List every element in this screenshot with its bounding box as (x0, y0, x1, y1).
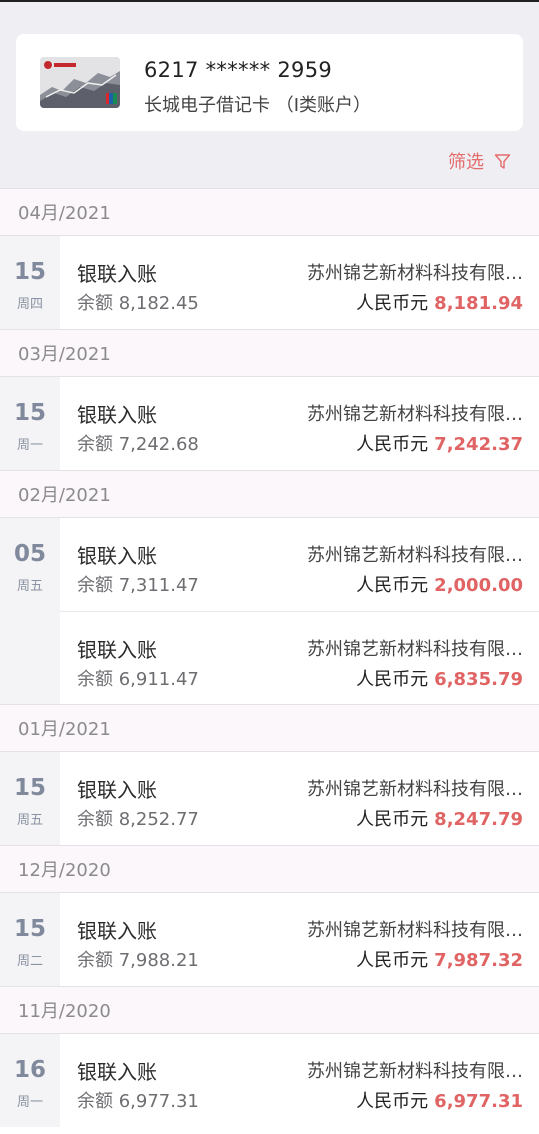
amount-value: 2,000.00 (434, 575, 523, 596)
filter-button[interactable]: 筛选 (448, 148, 511, 174)
transaction-title: 银联入账 (77, 919, 157, 943)
balance-text: 余额 8,252.77 (77, 809, 199, 830)
date-group: 16 周一 银联入账余额 6,977.31 苏州锦艺新材料科技有限公司人民币元 6,97… (0, 1034, 539, 1127)
transaction-title: 银联入账 (77, 1060, 157, 1084)
amount-value: 7,242.37 (434, 434, 523, 455)
transaction-title: 银联入账 (77, 544, 157, 568)
amount-line: 人民币元 2,000.00 (356, 571, 523, 597)
counterparty-name: 苏州锦艺新材料科技有限公司 (307, 1061, 523, 1082)
currency-label: 人民币元 (356, 1091, 429, 1112)
currency-label: 人民币元 (356, 293, 429, 314)
weekday-label: 周五 (16, 579, 43, 594)
day-number: 15 (13, 400, 46, 426)
weekday-label: 周一 (16, 438, 43, 453)
date-group: 15 周一 银联入账余额 7,242.68 苏州锦艺新材料科技有限公司人民币元 7,24… (0, 377, 539, 470)
date-group: 15 周四 银联入账余额 8,182.45 苏州锦艺新材料科技有限公司人民币元 8,18… (0, 236, 539, 329)
currency-label: 人民币元 (356, 669, 429, 690)
month-header: 01月/2021 (0, 704, 539, 752)
day-number: 05 (13, 541, 46, 567)
currency-label: 人民币元 (356, 575, 429, 596)
counterparty-name: 苏州锦艺新材料科技有限公司 (307, 404, 523, 425)
amount-value: 8,181.94 (434, 293, 523, 314)
date-column: 05 周五 (0, 518, 60, 704)
month-header: 11月/2020 (0, 986, 539, 1034)
weekday-label: 周五 (16, 813, 43, 828)
date-column: 15 周一 (0, 377, 60, 470)
day-number: 15 (13, 916, 46, 942)
month-header: 03月/2021 (0, 329, 539, 377)
date-group: 15 周五 银联入账余额 8,252.77 苏州锦艺新材料科技有限公司人民币元 8,24… (0, 752, 539, 845)
balance-text: 余额 7,311.47 (77, 575, 199, 596)
filter-icon (494, 153, 511, 169)
counterparty-name: 苏州锦艺新材料科技有限公司 (307, 545, 523, 566)
transaction-row[interactable]: 银联入账余额 7,242.68 苏州锦艺新材料科技有限公司人民币元 7,242.37 (60, 377, 539, 470)
balance-text: 余额 7,988.21 (77, 950, 199, 971)
amount-value: 7,987.32 (434, 950, 523, 971)
date-column: 15 周四 (0, 236, 60, 329)
amount-line: 人民币元 6,835.79 (356, 665, 523, 691)
amount-value: 6,977.31 (434, 1091, 523, 1112)
date-column: 15 周二 (0, 893, 60, 986)
day-number: 15 (13, 259, 46, 285)
amount-line: 人民币元 6,977.31 (356, 1087, 523, 1113)
amount-value: 6,835.79 (434, 669, 523, 690)
date-group: 05 周五 银联入账 余额 7,311.47 苏州锦艺新材料科技有限公司 人民币元 2,00… (0, 518, 539, 704)
card-type: 长城电子借记卡 （I类账户） (144, 95, 372, 116)
date-column: 16 周一 (0, 1034, 60, 1127)
weekday-label: 周一 (16, 1095, 43, 1110)
transaction-row[interactable]: 银联入账余额 8,252.77 苏州锦艺新材料科技有限公司人民币元 8,247.79 (60, 752, 539, 845)
currency-label: 人民币元 (356, 950, 429, 971)
weekday-label: 周四 (16, 297, 43, 312)
currency-label: 人民币元 (356, 809, 429, 830)
account-card[interactable]: 6217 ****** 2959 长城电子借记卡 （I类账户） (16, 34, 523, 131)
transaction-title: 银联入账 (77, 403, 157, 427)
currency-label: 人民币元 (356, 434, 429, 455)
amount-value: 8,247.79 (434, 809, 523, 830)
transaction-title: 银联入账 (77, 778, 157, 802)
day-number: 15 (13, 775, 46, 801)
amount-line: 人民币元 7,987.32 (356, 946, 523, 972)
transaction-row[interactable]: 银联入账余额 6,911.47 苏州锦艺新材料科技有限公司人民币元 6,835.79 (60, 611, 539, 704)
card-number: 6217 ****** 2959 (144, 58, 333, 82)
date-group: 15 周二 银联入账余额 7,988.21 苏州锦艺新材料科技有限公司人民币元 7,98… (0, 893, 539, 986)
transaction-row[interactable]: 银联入账余额 6,977.31 苏州锦艺新材料科技有限公司人民币元 6,977.31 (60, 1034, 539, 1127)
counterparty-name: 苏州锦艺新材料科技有限公司 (307, 639, 523, 660)
balance-text: 余额 6,977.31 (77, 1091, 199, 1112)
counterparty-name: 苏州锦艺新材料科技有限公司 (307, 263, 523, 284)
balance-text: 余额 8,182.45 (77, 293, 199, 314)
day-number: 16 (13, 1057, 46, 1083)
month-header: 04月/2021 (0, 188, 539, 236)
filter-label: 筛选 (448, 152, 484, 173)
transaction-row[interactable]: 银联入账余额 7,988.21 苏州锦艺新材料科技有限公司人民币元 7,987.32 (60, 893, 539, 986)
bank-card-image (40, 57, 120, 108)
balance-text: 余额 6,911.47 (77, 669, 199, 690)
transaction-title: 银联入账 (77, 638, 157, 662)
amount-line: 人民币元 7,242.37 (356, 430, 523, 456)
transaction-row[interactable]: 银联入账余额 8,182.45 苏州锦艺新材料科技有限公司人民币元 8,181.94 (60, 236, 539, 329)
month-header: 12月/2020 (0, 845, 539, 893)
month-header: 02月/2021 (0, 470, 539, 518)
balance-text: 余额 7,242.68 (77, 434, 199, 455)
date-column: 15 周五 (0, 752, 60, 845)
counterparty-name: 苏州锦艺新材料科技有限公司 (307, 779, 523, 800)
counterparty-name: 苏州锦艺新材料科技有限公司 (307, 920, 523, 941)
transaction-title: 银联入账 (77, 262, 157, 286)
amount-line: 人民币元 8,247.79 (356, 805, 523, 831)
weekday-label: 周二 (16, 954, 43, 969)
account-header: 6217 ****** 2959 长城电子借记卡 （I类账户） 筛选 (0, 2, 539, 188)
transaction-list: 04月/2021 15 周四 银联入账 余额 8,182.45 苏州锦艺新材料科技有限公司… (0, 188, 539, 1127)
amount-line: 人民币元 8,181.94 (356, 289, 523, 315)
transaction-row[interactable]: 银联入账余额 7,311.47 苏州锦艺新材料科技有限公司人民币元 2,000.00 (60, 518, 539, 611)
